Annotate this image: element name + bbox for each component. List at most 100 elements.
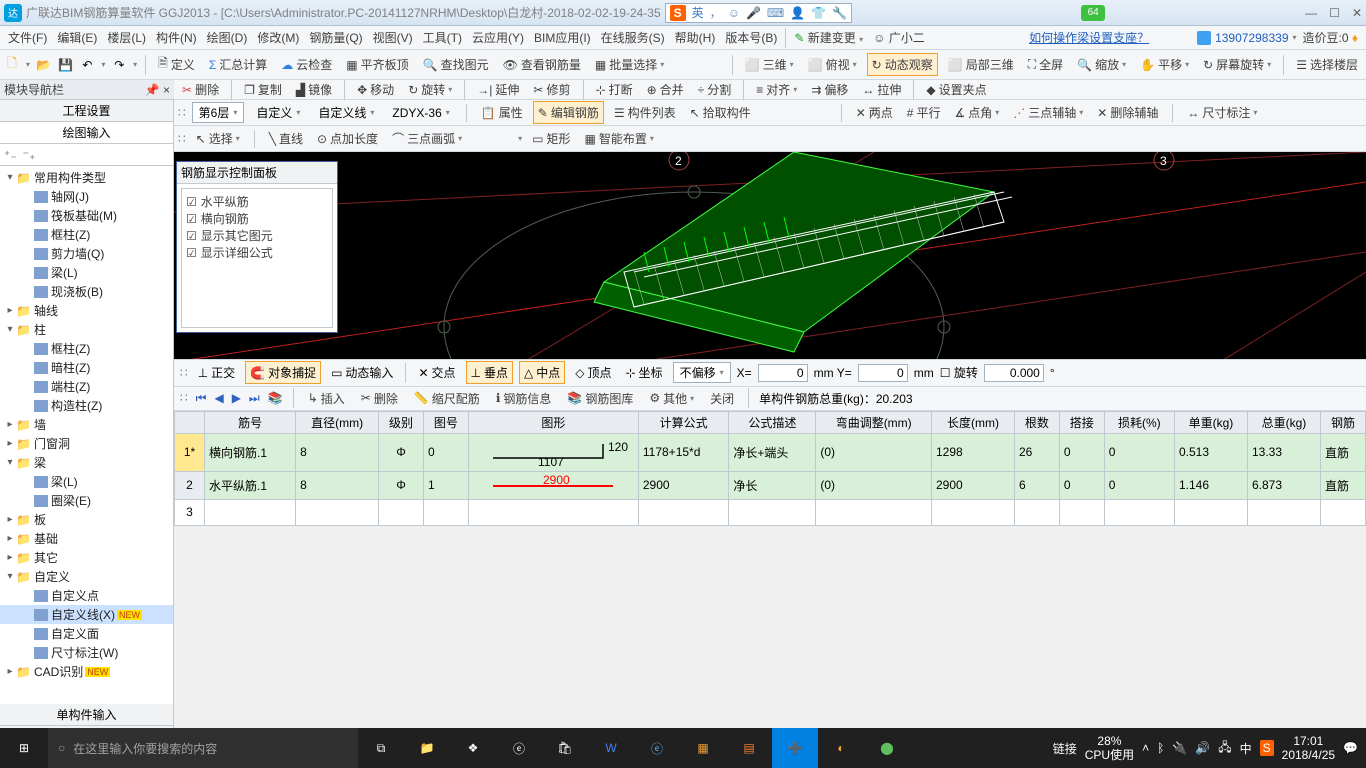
tree-collapse-icon[interactable]: ⁻₊ — [23, 148, 36, 162]
ie-icon[interactable]: ⓔ — [634, 728, 680, 768]
undo-icon[interactable]: ↶ — [80, 57, 96, 73]
col-header[interactable]: 公式描述 — [729, 411, 816, 433]
angle-input[interactable] — [984, 364, 1044, 382]
ime-keyboard-icon[interactable]: ⌨ — [767, 6, 784, 20]
tab-single[interactable]: 单构件输入 — [0, 704, 173, 726]
cell-shape[interactable]: 2900 — [468, 471, 638, 499]
prev-icon[interactable]: ◀ — [214, 391, 223, 405]
tree-item[interactable]: 剪力墙(Q) — [0, 244, 173, 263]
menu-rebar[interactable]: 钢筋量(Q) — [305, 27, 366, 48]
rebar-check[interactable]: ☑显示其它图元 — [186, 227, 328, 244]
tree-item[interactable]: ▸📁门窗洞 — [0, 434, 173, 453]
rebar-info-button[interactable]: ℹ 钢筋信息 — [492, 388, 556, 409]
col-header[interactable] — [175, 411, 205, 433]
cell[interactable]: 0 — [1059, 471, 1104, 499]
rotate-button[interactable]: ↻ 旋转 ▾ — [404, 79, 456, 100]
col-header[interactable]: 弯曲调整(mm) — [816, 411, 932, 433]
y-input[interactable] — [858, 364, 908, 382]
tray-up-icon[interactable]: ˄ — [1142, 741, 1149, 755]
pin-icon[interactable]: 📌 × — [145, 83, 170, 97]
col-header[interactable]: 搭接 — [1059, 411, 1104, 433]
pick-button[interactable]: ↖ 拾取构件 — [686, 102, 755, 123]
tree-item[interactable]: ▾📁柱 — [0, 320, 173, 339]
ime-lang[interactable]: 英 — [692, 4, 704, 21]
cell[interactable]: 26 — [1014, 433, 1059, 471]
row-header[interactable]: 3 — [175, 499, 205, 525]
col-header[interactable]: 总重(kg) — [1247, 411, 1320, 433]
rect-tool[interactable]: ▭ 矩形 — [528, 128, 574, 149]
rebar-check[interactable]: ☑显示详细公式 — [186, 244, 328, 261]
col-header[interactable]: 钢筋 — [1320, 411, 1365, 433]
level-slab-button[interactable]: ▦ 平齐板顶 — [342, 54, 412, 75]
col-header[interactable]: 筋号 — [205, 411, 296, 433]
cell[interactable]: (0) — [816, 471, 932, 499]
tray-clock[interactable]: 17:012018/4/25 — [1282, 734, 1335, 763]
cell[interactable]: 水平纵筋.1 — [205, 471, 296, 499]
app5-icon[interactable]: ⬤ — [864, 728, 910, 768]
cell[interactable] — [1174, 499, 1247, 525]
cell[interactable]: 直筋 — [1320, 471, 1365, 499]
windows-taskbar[interactable]: ⊞ ○ 在这里输入你要搜索的内容 ⧉ 📁 ❖ ⓔ 🛍 W ⓔ ▦ ▤ ➕ ◐ ⬤… — [0, 728, 1366, 768]
menu-help[interactable]: 帮助(H) — [671, 27, 720, 48]
tray-net-icon[interactable]: 🖧 — [1218, 738, 1231, 759]
browser-icon[interactable]: ◐ — [818, 728, 864, 768]
rotate-check[interactable]: ☐ 旋转 — [940, 364, 978, 381]
parallel-button[interactable]: # 平行 — [903, 102, 945, 123]
del-row-button[interactable]: ✂ 删除 — [357, 388, 402, 409]
tree-item[interactable]: ▸📁基础 — [0, 529, 173, 548]
break-button[interactable]: ⊹ 打断 — [592, 79, 637, 100]
props-button[interactable]: 📋 属性 — [477, 102, 527, 123]
tray-vol-icon[interactable]: 🔊 — [1195, 741, 1210, 755]
cell[interactable]: 0 — [1059, 433, 1104, 471]
tree-item[interactable]: 暗柱(Z) — [0, 358, 173, 377]
coord-button[interactable]: ⊹ 坐标 — [621, 362, 666, 383]
tree-item[interactable]: ▾📁常用构件类型 — [0, 168, 173, 187]
cell-shape[interactable] — [468, 499, 638, 525]
cell[interactable] — [1104, 499, 1174, 525]
grip-button[interactable]: ◆ 设置夹点 — [922, 79, 990, 100]
local-3d-button[interactable]: ⬜ 局部三维 — [944, 54, 1018, 75]
cell[interactable] — [1014, 499, 1059, 525]
cell[interactable] — [931, 499, 1014, 525]
merge-button[interactable]: ⊕ 合并 — [643, 79, 688, 100]
tray-bt-icon[interactable]: ᛒ — [1157, 741, 1164, 755]
tree-item[interactable]: 现浇板(B) — [0, 282, 173, 301]
cell[interactable]: 6.873 — [1247, 471, 1320, 499]
cell[interactable] — [1320, 499, 1365, 525]
cell[interactable] — [729, 499, 816, 525]
calc-button[interactable]: Σ 汇总计算 — [205, 54, 271, 75]
menu-tools[interactable]: 工具(T) — [419, 27, 466, 48]
tab-project[interactable]: 工程设置 — [0, 100, 173, 122]
cat-select[interactable]: 自定义 ▾ — [250, 103, 306, 122]
dyn-button[interactable]: ▭ 动态输入 — [327, 362, 397, 383]
line-tool[interactable]: ╲ 直线 — [265, 128, 307, 149]
tree-item[interactable]: ▸📁板 — [0, 510, 173, 529]
pan-button[interactable]: ✋ 平移 ▾ — [1136, 54, 1193, 75]
extend-button[interactable]: →| 延伸 — [473, 79, 523, 100]
type-select[interactable]: 自定义线 ▾ — [312, 103, 380, 122]
cell[interactable]: 0.513 — [1174, 433, 1247, 471]
tree-item[interactable]: ▸📁墙 — [0, 415, 173, 434]
cell[interactable]: 1 — [423, 471, 468, 499]
taskbar-search[interactable]: ○ 在这里输入你要搜索的内容 — [48, 728, 358, 768]
smart-tool[interactable]: ▦ 智能布置 ▾ — [580, 128, 657, 149]
last-icon[interactable]: ⏭ — [249, 391, 260, 406]
top-view-button[interactable]: ⬜ 俯视 ▾ — [804, 54, 861, 75]
tree-item[interactable]: 自定义面 — [0, 624, 173, 643]
cell[interactable]: 6 — [1014, 471, 1059, 499]
cell[interactable]: 净长+端头 — [729, 433, 816, 471]
col-header[interactable]: 直径(mm) — [296, 411, 379, 433]
ortho-button[interactable]: ⊥ 正交 — [194, 362, 239, 383]
three-point-axis-button[interactable]: ⋰ 三点辅轴 ▾ — [1009, 102, 1087, 123]
ime-toolbar[interactable]: S 英 ， ☺ 🎤 ⌨ 👤 👕 🔧 — [665, 3, 852, 23]
view-rebar-button[interactable]: 👁 查看钢筋量 — [499, 54, 585, 75]
delete-button[interactable]: ✂ 删除 — [178, 79, 223, 100]
row-header[interactable]: 2 — [175, 471, 205, 499]
col-header[interactable]: 根数 — [1014, 411, 1059, 433]
tray-ime[interactable]: 中 — [1240, 740, 1252, 757]
word-icon[interactable]: W — [588, 728, 634, 768]
tree-item[interactable]: 框柱(Z) — [0, 339, 173, 358]
cell[interactable] — [296, 499, 379, 525]
zoom-button[interactable]: 🔍 缩放 ▾ — [1073, 54, 1130, 75]
stretch-button[interactable]: ↔ 拉伸 — [858, 79, 905, 100]
